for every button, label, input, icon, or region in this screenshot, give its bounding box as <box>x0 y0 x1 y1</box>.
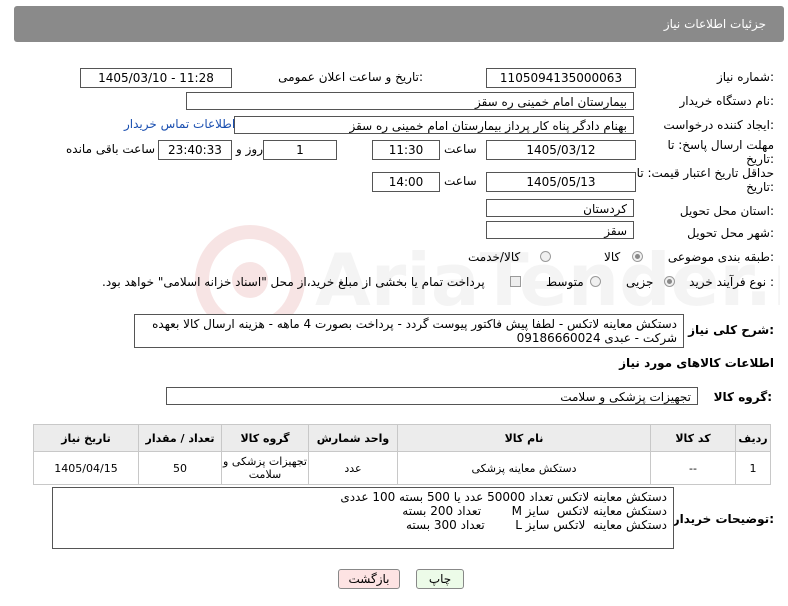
validity-label: حداقل تاریخ اعتبار قیمت: تا تاریخ: <box>636 166 774 194</box>
print-button[interactable]: چاپ <box>416 569 464 589</box>
process-radio-medium[interactable] <box>590 276 601 287</box>
validity-time-field: 14:00 <box>372 172 440 192</box>
goods-group-field: تجهیزات پزشکی و سلامت <box>166 387 698 405</box>
process-option-medium: متوسط <box>546 275 584 289</box>
city-field: سقز <box>486 221 634 239</box>
buyer-org-field: بیمارستان امام خمینی ره سقز <box>186 92 634 110</box>
description-text: دستکش معاینه لاتکس - لطفا پیش فاکتور پیو… <box>134 314 684 348</box>
cell-date: 1405/04/15 <box>33 451 139 485</box>
cell-qty: 50 <box>138 451 222 485</box>
goods-section-title: اطلاعات کالاهای مورد نیاز <box>619 356 774 370</box>
buyer-notes-line: دستکش معاینه لاتکس تعداد 50000 عدد یا 50… <box>340 490 667 504</box>
category-option-goods-service: کالا/خدمت <box>468 250 521 264</box>
treasury-payment-checkbox[interactable] <box>510 276 521 287</box>
goods-table: ردیف کد کالا نام کالا واحد شمارش گروه کا… <box>33 424 771 485</box>
goods-table-header: ردیف کد کالا نام کالا واحد شمارش گروه کا… <box>33 424 771 452</box>
category-radio-goods[interactable] <box>632 251 643 262</box>
deadline-date-field: 1405/03/12 <box>486 140 636 160</box>
cell-row: 1 <box>735 451 771 485</box>
buyer-notes-box: دستکش معاینه لاتکس تعداد 50000 عدد یا 50… <box>52 487 674 549</box>
page-header: جزئیات اطلاعات نیاز <box>14 6 784 42</box>
category-option-goods: کالا <box>604 250 621 264</box>
col-group: گروه کالا <box>221 424 309 452</box>
cell-code: -- <box>650 451 736 485</box>
announce-datetime-field: 1405/03/10 - 11:28 <box>80 68 232 88</box>
buyer-notes-label: توضیحات خریدار: <box>672 512 774 526</box>
col-qty: تعداد / مقدار <box>138 424 222 452</box>
cell-name: دستکش معاینه پزشکی <box>397 451 651 485</box>
validity-date-field: 1405/05/13 <box>486 172 636 192</box>
process-option-minor: جزیی <box>626 275 654 289</box>
cell-group: تجهیزات پزشکی و سلامت <box>221 451 309 485</box>
process-radio-minor[interactable] <box>664 276 675 287</box>
goods-group-label: گروه کالا: <box>713 390 772 404</box>
col-name: نام کالا <box>397 424 651 452</box>
col-unit: واحد شمارش <box>308 424 398 452</box>
deadline-time-field: 11:30 <box>372 140 440 160</box>
buyer-org-label: نام دستگاه خریدار: <box>679 94 775 108</box>
remaining-time-field: 23:40:33 <box>158 140 232 160</box>
page-title: جزئیات اطلاعات نیاز <box>663 17 766 31</box>
table-row: 1 -- دستکش معاینه پزشکی عدد تجهیزات پزشک… <box>33 451 771 485</box>
col-code: کد کالا <box>650 424 736 452</box>
deadline-time-label: ساعت <box>444 142 477 156</box>
back-button[interactable]: بازگشت <box>338 569 400 589</box>
category-radio-goods-service[interactable] <box>540 251 551 262</box>
description-label: شرح کلی نیاز: <box>688 323 774 337</box>
days-label: روز و <box>236 142 263 156</box>
deadline-label: مهلت ارسال پاسخ: تا تاریخ: <box>667 138 774 166</box>
buyer-contact-link[interactable]: اطلاعات تماس خریدار <box>124 117 235 131</box>
process-label: نوع فرآیند خرید : <box>689 275 774 289</box>
city-label: شهر محل تحویل: <box>687 226 774 240</box>
col-row: ردیف <box>735 424 771 452</box>
category-label: طبقه بندی موضوعی: <box>667 250 774 264</box>
need-number-field: 1105094135000063 <box>486 68 636 88</box>
buyer-notes-line: دستکش معاینه لاتکس سایز M تعداد 200 بسته <box>402 504 667 518</box>
requester-label: ایجاد کننده درخواست: <box>663 118 774 132</box>
announce-label: تاریخ و ساعت اعلان عمومی: <box>278 70 423 84</box>
cell-unit: عدد <box>308 451 398 485</box>
buyer-notes-line: دستکش معاینه لاتکس سایز L تعداد 300 بسته <box>405 518 667 532</box>
need-number-label: شماره نیاز: <box>716 70 774 84</box>
payment-note: پرداخت تمام یا بخشی از مبلغ خرید،از محل … <box>102 275 485 289</box>
requester-field: بهنام دادگر پناه کار پرداز بیمارستان اما… <box>234 116 634 134</box>
col-date: تاریخ نیاز <box>33 424 139 452</box>
province-field: کردستان <box>486 199 634 217</box>
validity-time-label: ساعت <box>444 174 477 188</box>
days-field: 1 <box>263 140 337 160</box>
province-label: استان محل تحویل: <box>679 204 774 218</box>
remaining-label: ساعت باقی مانده <box>66 142 156 156</box>
